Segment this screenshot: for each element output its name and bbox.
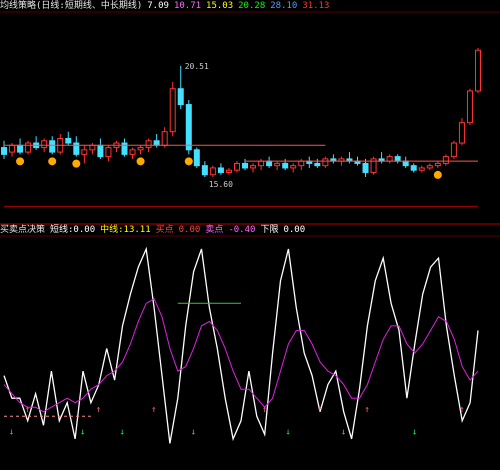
- buy-signal-icon: [48, 157, 57, 166]
- stock-chart: ↑ ↑ ↑ ↑ ↑ ↑ ↑ ↓ ↓ ↓ ↓ ↓ ↓ ↓ 20.51 15.60: [0, 11, 500, 444]
- candle-down: [177, 88, 184, 106]
- candle-down: [217, 167, 224, 173]
- candle-up: [258, 160, 265, 167]
- sell-arrow-icon: ↓: [9, 427, 14, 437]
- indicator-series: [3, 246, 479, 444]
- candle-up: [9, 144, 16, 153]
- candle-up: [161, 131, 168, 146]
- sell-arrow-icon: ↓: [341, 427, 346, 437]
- candle-up: [418, 167, 425, 171]
- candle-up: [233, 162, 240, 171]
- candle-up: [290, 165, 297, 169]
- buy-signal-icon: [16, 157, 25, 166]
- signal-markers: ↑ ↑ ↑ ↑ ↑ ↑ ↑ ↓ ↓ ↓ ↓ ↓ ↓ ↓: [9, 157, 465, 437]
- candle-up: [169, 88, 176, 133]
- buy-signal-icon: [184, 157, 193, 166]
- candle-up: [41, 140, 48, 149]
- buy-arrow-icon: ↑: [364, 405, 369, 415]
- price-low-label: 15.60: [209, 180, 233, 189]
- candle-up: [25, 142, 32, 153]
- candle-down: [17, 144, 24, 153]
- candle-down: [362, 162, 369, 173]
- candle-down: [73, 142, 80, 155]
- sell-arrow-icon: ↓: [285, 427, 290, 437]
- candle-down: [282, 162, 289, 169]
- candle-up: [434, 162, 441, 167]
- candle-down: [65, 138, 72, 144]
- indicator-line-0: [3, 246, 479, 444]
- buy-signal-icon: [433, 170, 442, 179]
- candle-up: [81, 149, 88, 155]
- buy-arrow-icon: ↑: [459, 405, 464, 415]
- candle-down: [121, 142, 128, 155]
- sell-arrow-icon: ↓: [412, 427, 417, 437]
- price-high-label: 20.51: [185, 62, 209, 71]
- buy-arrow-icon: ↑: [25, 405, 30, 415]
- buy-arrow-icon: ↑: [262, 405, 267, 415]
- candle-up: [145, 140, 152, 149]
- candle-up: [458, 122, 465, 144]
- candle-down: [201, 165, 208, 176]
- candlestick-series: [1, 47, 481, 207]
- sell-arrow-icon: ↓: [80, 427, 85, 437]
- candle-down: [185, 104, 192, 151]
- candle-down: [97, 144, 104, 158]
- candle-down: [193, 149, 200, 167]
- candle-up: [426, 165, 433, 169]
- candle-up: [442, 156, 449, 164]
- candle-down: [314, 162, 321, 167]
- candle-down: [266, 160, 273, 167]
- candle-up: [475, 49, 481, 92]
- buy-signal-icon: [136, 157, 145, 166]
- candle-down: [153, 140, 160, 146]
- candle-down: [410, 165, 417, 171]
- candle-down: [394, 156, 401, 162]
- candle-down: [1, 147, 7, 155]
- candle-up: [209, 167, 216, 176]
- buy-arrow-icon: ↑: [96, 405, 101, 415]
- candle-up: [225, 169, 232, 173]
- candle-up: [129, 149, 136, 155]
- candle-down: [242, 162, 249, 169]
- sell-arrow-icon: ↓: [120, 427, 125, 437]
- candle-down: [49, 140, 56, 153]
- buy-signal-icon: [72, 159, 81, 168]
- candle-up: [89, 144, 96, 151]
- candle-up: [450, 142, 457, 158]
- buy-arrow-icon: ↑: [151, 405, 156, 415]
- candle-down: [402, 160, 409, 167]
- candle-up: [466, 90, 473, 124]
- candle-up: [274, 162, 281, 167]
- candle-up: [137, 147, 144, 151]
- candle-up: [386, 156, 393, 162]
- candle-up: [298, 160, 305, 167]
- candle-up: [250, 165, 257, 169]
- buy-arrow-icon: ↑: [317, 405, 322, 415]
- candle-up: [105, 147, 112, 158]
- candle-up: [322, 158, 329, 167]
- sell-arrow-icon: ↓: [191, 427, 196, 437]
